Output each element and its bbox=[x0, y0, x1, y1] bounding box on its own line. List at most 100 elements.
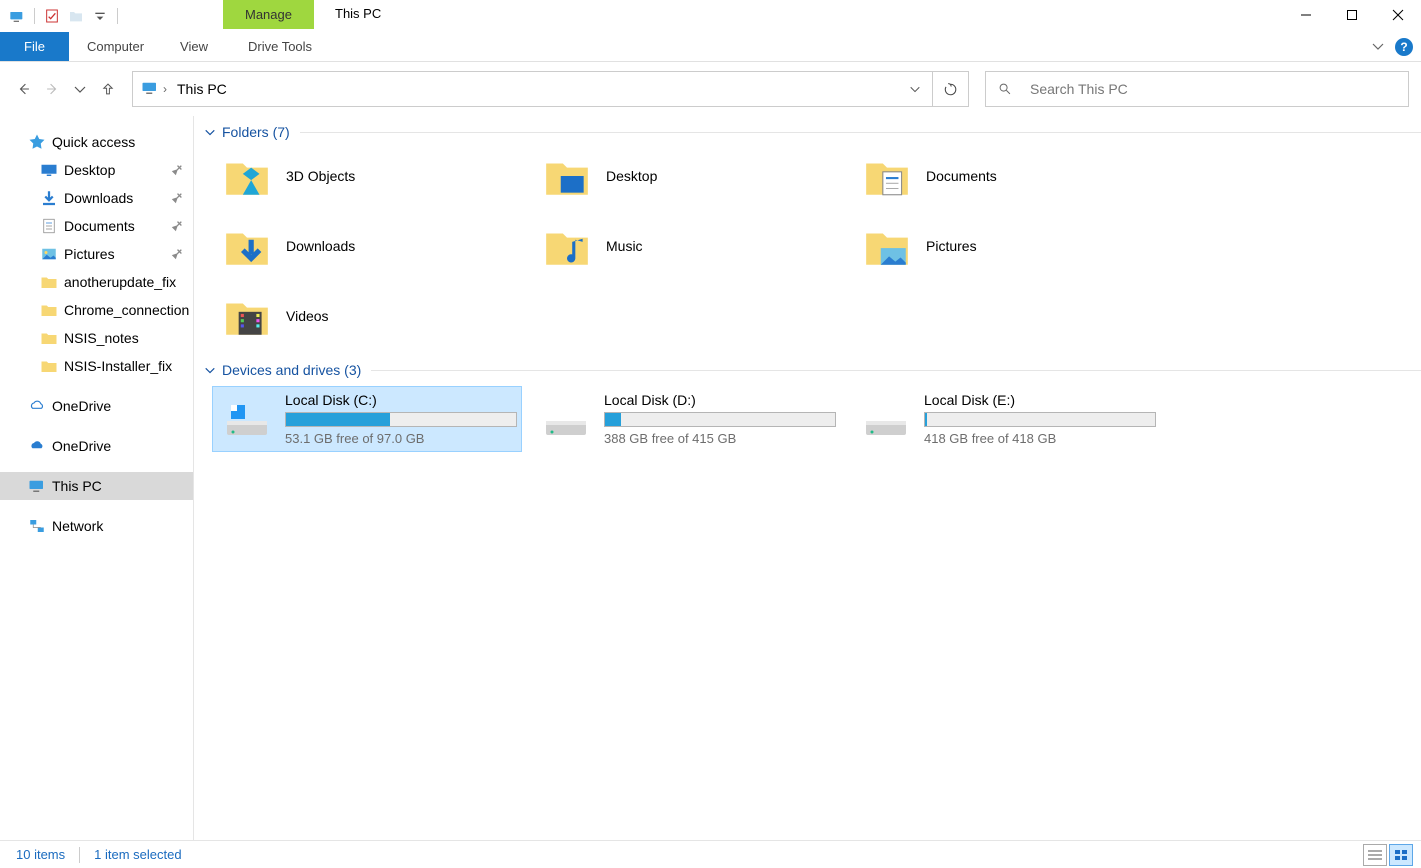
sidebar-pictures[interactable]: Pictures bbox=[0, 240, 193, 268]
sidebar-this-pc[interactable]: This PC bbox=[0, 472, 193, 500]
label: Chrome_connection bbox=[64, 302, 189, 318]
label: OneDrive bbox=[52, 398, 111, 414]
crumb-chevron-icon[interactable]: › bbox=[159, 82, 171, 96]
properties-qat-icon[interactable] bbox=[41, 5, 63, 27]
search-box[interactable]: Search This PC bbox=[985, 71, 1409, 107]
folder-desktop[interactable]: Desktop bbox=[532, 148, 842, 204]
folder-icon bbox=[40, 301, 58, 319]
label: Desktop bbox=[606, 168, 657, 184]
folder-downloads[interactable]: Downloads bbox=[212, 218, 522, 274]
context-tab-manage[interactable]: Manage bbox=[223, 0, 314, 29]
details-view-button[interactable] bbox=[1363, 844, 1387, 866]
folder-3d-objects[interactable]: 3D Objects bbox=[212, 148, 522, 204]
capacity-bar bbox=[924, 412, 1156, 427]
drive-free-text: 53.1 GB free of 97.0 GB bbox=[285, 431, 517, 446]
desktop-folder-icon bbox=[542, 151, 592, 201]
folder-music[interactable]: Music bbox=[532, 218, 842, 274]
refresh-button[interactable] bbox=[932, 72, 968, 106]
label: anotherupdate_fix bbox=[64, 274, 176, 290]
expand-ribbon-icon[interactable] bbox=[1371, 39, 1385, 56]
tab-computer[interactable]: Computer bbox=[69, 32, 162, 61]
folder-icon bbox=[40, 357, 58, 375]
documents-icon bbox=[40, 217, 58, 235]
chevron-down-icon bbox=[204, 126, 216, 138]
label: Network bbox=[52, 518, 103, 534]
window-title: This PC bbox=[335, 6, 381, 21]
label: Documents bbox=[926, 168, 997, 184]
help-button[interactable]: ? bbox=[1395, 38, 1413, 56]
sidebar-quick-access[interactable]: Quick access bbox=[0, 128, 193, 156]
maximize-button[interactable] bbox=[1329, 0, 1375, 30]
drive-c[interactable]: Local Disk (C:) 53.1 GB free of 97.0 GB bbox=[212, 386, 522, 452]
videos-folder-icon bbox=[222, 291, 272, 341]
tab-file[interactable]: File bbox=[0, 32, 69, 61]
pin-icon bbox=[172, 162, 183, 178]
drive-icon bbox=[223, 395, 271, 443]
up-button[interactable] bbox=[96, 77, 120, 101]
label: Desktop bbox=[64, 162, 115, 178]
separator bbox=[79, 847, 80, 863]
folder-pictures[interactable]: Pictures bbox=[852, 218, 1162, 274]
capacity-fill bbox=[286, 413, 390, 426]
sidebar-desktop[interactable]: Desktop bbox=[0, 156, 193, 184]
label: Pictures bbox=[64, 246, 115, 262]
forward-button[interactable] bbox=[40, 77, 64, 101]
tab-drive-tools[interactable]: Drive Tools bbox=[230, 32, 330, 61]
folder-videos[interactable]: Videos bbox=[212, 288, 522, 344]
back-button[interactable] bbox=[12, 77, 36, 101]
sidebar-nsis-installer[interactable]: NSIS-Installer_fix bbox=[0, 352, 193, 380]
minimize-button[interactable] bbox=[1283, 0, 1329, 30]
folders-grid: 3D Objects Desktop Documents Downloads M… bbox=[194, 148, 1421, 344]
drive-free-text: 418 GB free of 418 GB bbox=[924, 431, 1156, 446]
network-icon bbox=[28, 517, 46, 535]
sidebar-nsis-notes[interactable]: NSIS_notes bbox=[0, 324, 193, 352]
drive-info: Local Disk (E:) 418 GB free of 418 GB bbox=[924, 392, 1156, 446]
drive-name: Local Disk (E:) bbox=[924, 392, 1156, 408]
capacity-fill bbox=[925, 413, 927, 426]
status-bar: 10 items 1 item selected bbox=[0, 840, 1421, 868]
folder-documents[interactable]: Documents bbox=[852, 148, 1162, 204]
capacity-bar bbox=[285, 412, 517, 427]
recent-dropdown[interactable] bbox=[68, 77, 92, 101]
main-area: Quick access Desktop Downloads Documents… bbox=[0, 116, 1421, 840]
sidebar-network[interactable]: Network bbox=[0, 512, 193, 540]
search-icon bbox=[998, 82, 1012, 96]
navigation-bar: › This PC Search This PC bbox=[0, 70, 1421, 108]
contextual-tab-group: Manage bbox=[223, 0, 314, 32]
sidebar-onedrive-2[interactable]: OneDrive bbox=[0, 432, 193, 460]
sidebar-anotherupdate[interactable]: anotherupdate_fix bbox=[0, 268, 193, 296]
breadcrumb-this-pc[interactable]: This PC bbox=[171, 81, 233, 97]
drive-d[interactable]: Local Disk (D:) 388 GB free of 415 GB bbox=[532, 386, 842, 452]
view-toggles bbox=[1363, 844, 1413, 866]
onedrive-icon bbox=[28, 437, 46, 455]
tab-view[interactable]: View bbox=[162, 32, 226, 61]
pictures-icon bbox=[40, 245, 58, 263]
pin-icon bbox=[172, 246, 183, 262]
close-button[interactable] bbox=[1375, 0, 1421, 30]
group-header-drives[interactable]: Devices and drives (3) bbox=[194, 354, 1421, 386]
item-count: 10 items bbox=[16, 847, 65, 862]
desktop-icon bbox=[40, 161, 58, 179]
label: NSIS-Installer_fix bbox=[64, 358, 172, 374]
group-header-folders[interactable]: Folders (7) bbox=[194, 116, 1421, 148]
sidebar-downloads[interactable]: Downloads bbox=[0, 184, 193, 212]
customize-qat-dropdown[interactable] bbox=[89, 5, 111, 27]
address-dropdown[interactable] bbox=[900, 72, 930, 106]
label: Downloads bbox=[64, 190, 133, 206]
onedrive-outline-icon bbox=[28, 397, 46, 415]
pc-icon bbox=[141, 79, 159, 100]
sidebar-chrome-connection[interactable]: Chrome_connection bbox=[0, 296, 193, 324]
new-folder-qat-icon[interactable] bbox=[65, 5, 87, 27]
address-bar[interactable]: › This PC bbox=[132, 71, 969, 107]
star-icon bbox=[28, 133, 46, 151]
drive-e[interactable]: Local Disk (E:) 418 GB free of 418 GB bbox=[852, 386, 1162, 452]
ribbon-right: ? bbox=[1371, 32, 1413, 62]
tiles-view-button[interactable] bbox=[1389, 844, 1413, 866]
folder-icon bbox=[40, 273, 58, 291]
sidebar-onedrive-1[interactable]: OneDrive bbox=[0, 392, 193, 420]
group-label: Folders (7) bbox=[222, 124, 290, 140]
sidebar-documents[interactable]: Documents bbox=[0, 212, 193, 240]
drive-info: Local Disk (C:) 53.1 GB free of 97.0 GB bbox=[285, 392, 517, 446]
3d-objects-icon bbox=[222, 151, 272, 201]
system-icon[interactable] bbox=[6, 5, 28, 27]
